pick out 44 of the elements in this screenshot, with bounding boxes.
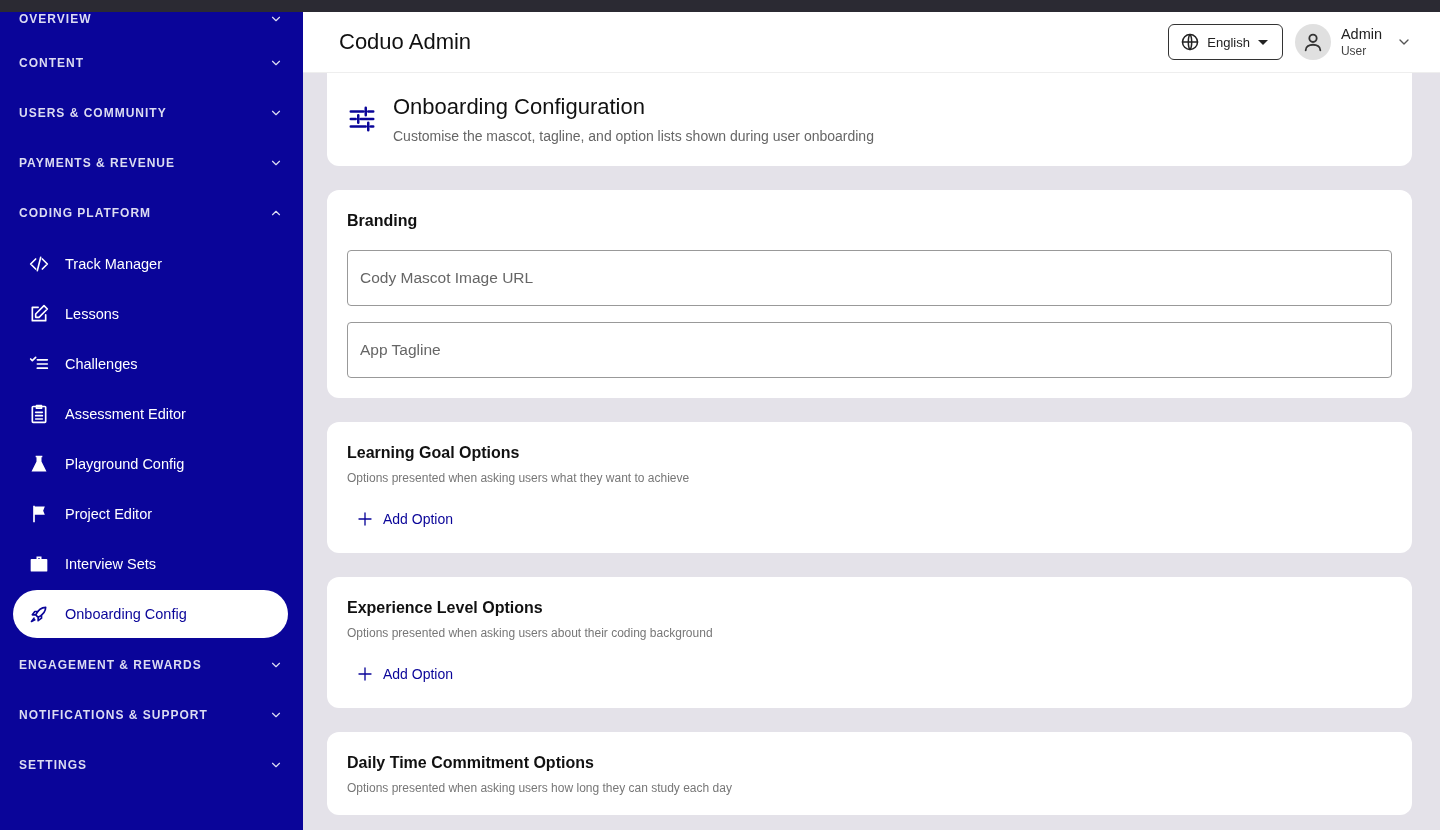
add-option-button[interactable]: Add Option bbox=[347, 660, 464, 688]
sidebar-item[interactable]: Assessment Editor bbox=[13, 390, 288, 438]
briefcase-icon bbox=[29, 554, 49, 574]
section-header[interactable]: CODING PLATFORM bbox=[0, 188, 303, 238]
input-field[interactable]: App Tagline bbox=[347, 322, 1392, 378]
sidebar-item[interactable]: Track Manager bbox=[13, 240, 288, 288]
edit-icon bbox=[29, 304, 49, 324]
section-header[interactable]: ENGAGEMENT & REWARDS bbox=[0, 640, 303, 690]
page-subtitle: Customise the mascot, tagline, and option lists shown during user onboarding bbox=[393, 127, 874, 144]
sidebar-item[interactable]: Project Editor bbox=[13, 490, 288, 538]
section-title: Branding bbox=[347, 212, 419, 230]
section-header[interactable]: SETTINGS bbox=[0, 740, 303, 790]
user-name: Admin bbox=[1340, 26, 1382, 42]
section-header[interactable]: OVERVIEW bbox=[0, 12, 303, 38]
sidebar-item[interactable]: Onboarding Config bbox=[13, 590, 288, 638]
flask-icon bbox=[29, 454, 49, 474]
plus-icon bbox=[357, 666, 373, 682]
section-description: Options presented when asking users how long they can study each day bbox=[347, 781, 733, 795]
section-header[interactable]: USERS & COMMUNITY bbox=[0, 88, 303, 138]
section-header[interactable]: CONTENT bbox=[0, 38, 303, 88]
section-description: Options presented when asking users about their coding background bbox=[347, 626, 714, 640]
sidebar-item[interactable]: Lessons bbox=[13, 290, 288, 338]
input-field[interactable]: Cody Mascot Image URL bbox=[347, 250, 1392, 306]
section-description: Options presented when asking users what they want to achieve bbox=[347, 471, 691, 485]
user-role: User bbox=[1340, 44, 1368, 58]
language-dropdown[interactable]: English bbox=[1168, 24, 1283, 60]
add-option-button[interactable]: Add Option bbox=[347, 505, 464, 533]
sidebar-item[interactable]: Challenges bbox=[13, 340, 288, 388]
globe-icon bbox=[1181, 33, 1200, 51]
avatar[interactable] bbox=[1294, 24, 1331, 60]
sidebar-item[interactable]: Playground Config bbox=[13, 440, 288, 488]
code-icon bbox=[29, 254, 49, 274]
rocket-icon bbox=[29, 604, 49, 624]
caret-icon bbox=[1257, 39, 1268, 45]
sidebar-item[interactable]: Interview Sets bbox=[13, 540, 288, 588]
section-header[interactable]: PAYMENTS & REVENUE bbox=[0, 138, 303, 188]
page-title: Onboarding Configuration bbox=[393, 93, 646, 120]
section-title: Experience Level Options bbox=[347, 599, 544, 617]
app-title: Coduo Admin bbox=[339, 29, 473, 55]
section-title: Daily Time Commitment Options bbox=[347, 754, 595, 772]
section-title: Learning Goal Options bbox=[347, 444, 521, 462]
plus-icon bbox=[357, 511, 373, 527]
clipboard-icon bbox=[29, 404, 49, 424]
section-header[interactable]: NOTIFICATIONS & SUPPORT bbox=[0, 690, 303, 740]
